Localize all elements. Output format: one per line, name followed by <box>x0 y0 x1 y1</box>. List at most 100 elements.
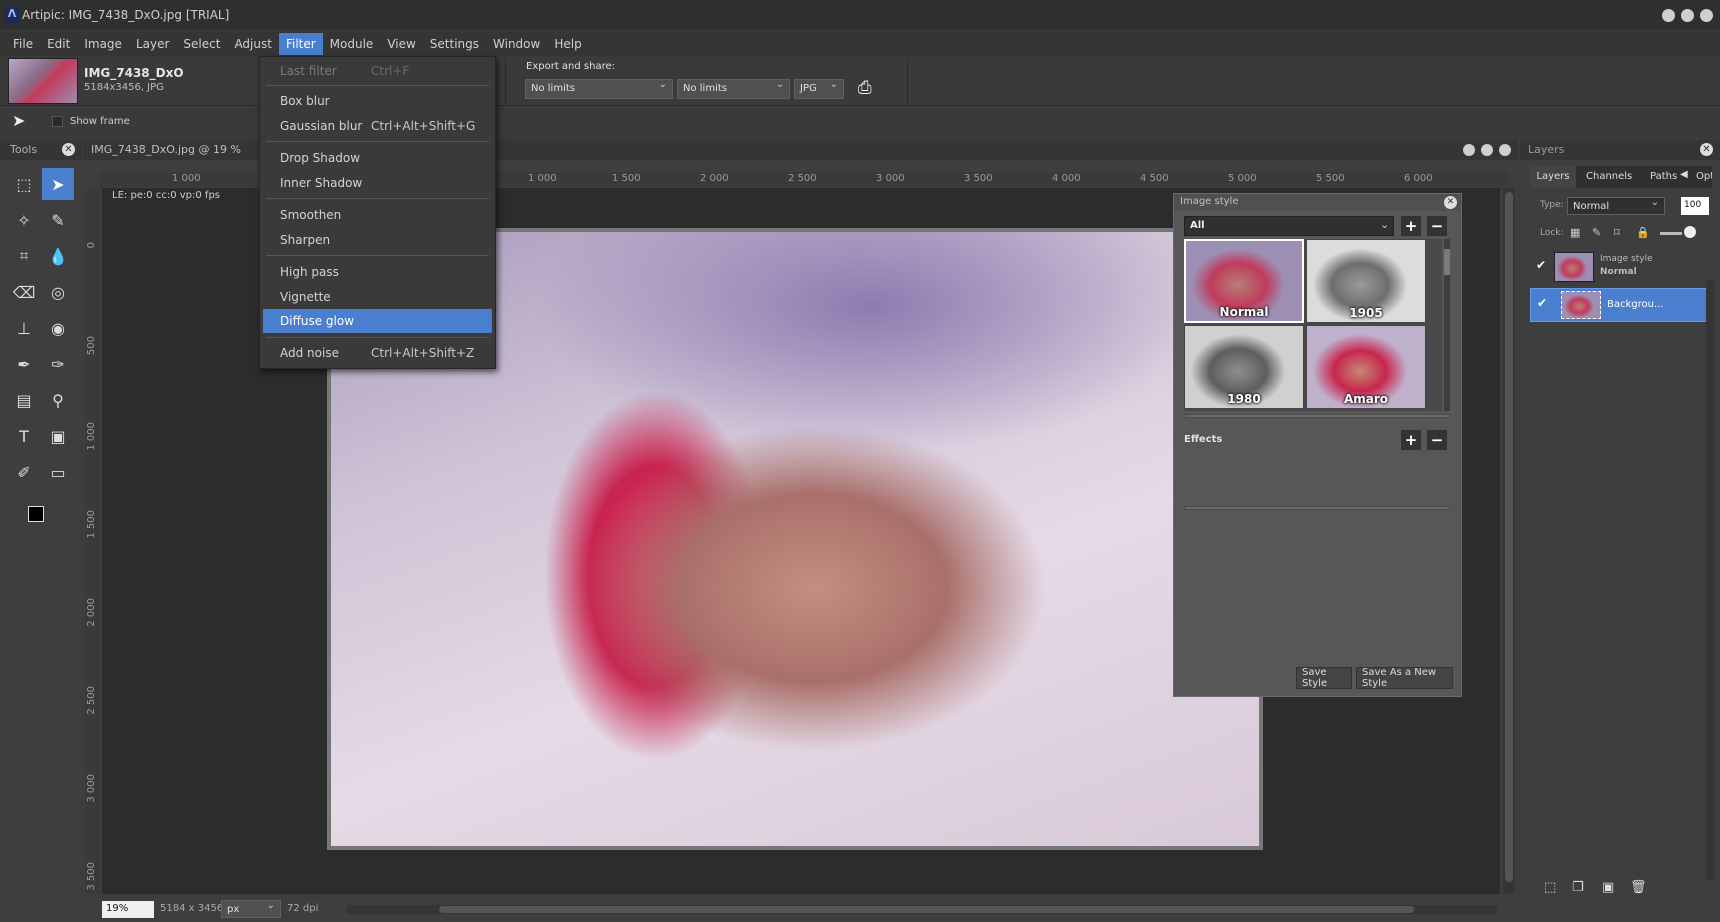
add-style-button[interactable]: + <box>1401 216 1421 236</box>
menu-view[interactable]: View <box>380 33 422 55</box>
lock-slider-handle[interactable] <box>1684 226 1696 238</box>
visibility-check-icon[interactable]: ✔ <box>1537 296 1547 310</box>
menu-item-diffuse-glow[interactable]: Diffuse glow <box>263 309 492 333</box>
zoom-input[interactable]: 19% <box>102 901 154 918</box>
menu-file[interactable]: File <box>6 33 40 55</box>
menu-edit[interactable]: Edit <box>40 33 77 55</box>
remove-style-button[interactable]: − <box>1427 216 1447 236</box>
file-thumbnail[interactable] <box>8 58 78 104</box>
eye-icon[interactable]: ◉ <box>42 312 74 344</box>
lock-transparency-icon[interactable]: ▦ <box>1570 226 1580 239</box>
magic-wand-icon[interactable]: ✧ <box>8 204 40 236</box>
style-thumb-1980[interactable]: 1980 <box>1184 325 1304 409</box>
close-window-icon[interactable] <box>1700 9 1713 22</box>
vertical-scroll-thumb[interactable] <box>1505 192 1513 882</box>
menu-item-inner-shadow[interactable]: Inner Shadow <box>263 171 492 195</box>
healing-icon[interactable]: ◎ <box>42 276 74 308</box>
doc-minimize-icon[interactable] <box>1463 144 1475 156</box>
tab-channels[interactable]: Channels <box>1586 171 1632 182</box>
menu-item-vignette[interactable]: Vignette <box>263 285 492 309</box>
document-tab-title[interactable]: IMG_7438_DxO.jpg @ 19 % <box>91 143 241 156</box>
menu-separator <box>266 141 489 142</box>
tab-options[interactable]: Opt <box>1696 171 1712 182</box>
menu-item-box-blur[interactable]: Box blur <box>263 89 492 113</box>
menu-help[interactable]: Help <box>547 33 588 55</box>
style-thumb-amaro[interactable]: Amaro <box>1306 325 1426 409</box>
menu-window[interactable]: Window <box>486 33 547 55</box>
zoom-icon[interactable]: ⚲ <box>42 384 74 416</box>
crop-icon[interactable]: ⌗ <box>8 240 40 272</box>
menu-filter[interactable]: Filter <box>278 32 323 55</box>
eraser-icon[interactable]: ⌫ <box>8 276 40 308</box>
menu-adjust[interactable]: Adjust <box>227 33 279 55</box>
tab-paths[interactable]: Paths <box>1650 171 1677 182</box>
horizontal-scrollbar[interactable] <box>347 905 1497 914</box>
horizontal-scroll-thumb[interactable] <box>439 906 1414 913</box>
new-selection-layer-icon[interactable]: ⬚ <box>1544 880 1556 895</box>
rect-select-tool-icon[interactable]: ⬚ <box>8 168 40 200</box>
delete-layer-icon[interactable]: 🗑 <box>1630 880 1647 895</box>
menu-image[interactable]: Image <box>77 33 129 55</box>
text-icon[interactable]: T <box>8 420 40 452</box>
menu-layer[interactable]: Layer <box>129 33 176 55</box>
close-icon[interactable]: ✕ <box>1444 196 1457 209</box>
blend-mode-dropdown[interactable]: Normal <box>1567 197 1665 215</box>
foreground-color-swatch[interactable] <box>28 506 44 522</box>
export-format-dropdown[interactable]: JPG <box>794 79 844 99</box>
tab-scroll-left-icon[interactable]: ◀ <box>1680 169 1688 180</box>
close-icon[interactable]: ✕ <box>1700 143 1713 156</box>
maximize-icon[interactable] <box>1681 9 1694 22</box>
gradient-icon[interactable]: ▣ <box>42 420 74 452</box>
style-thumb-normal[interactable]: Normal <box>1184 239 1304 323</box>
menu-item-high-pass[interactable]: High pass <box>263 260 492 284</box>
lock-paint-icon[interactable]: ✎ <box>1592 226 1601 239</box>
layers-scrollbar[interactable] <box>1706 280 1714 880</box>
lock-slider-track[interactable] <box>1660 232 1682 235</box>
style-thumbs-scrollbar[interactable] <box>1444 239 1450 411</box>
visibility-check-icon[interactable]: ✔ <box>1536 258 1546 272</box>
layer-row-selected[interactable]: ✔ Backgrou... <box>1530 288 1712 322</box>
layer-row[interactable]: ✔ Image style Normal <box>1530 250 1712 284</box>
brush-icon[interactable]: ✎ <box>42 204 74 236</box>
color-picker-icon[interactable]: ✑ <box>42 348 74 380</box>
unit-dropdown[interactable]: px <box>221 900 281 918</box>
stamp-icon[interactable]: ⊥ <box>8 312 40 344</box>
export-size-dropdown-2[interactable]: No limits <box>677 79 790 99</box>
shape-icon[interactable]: ▭ <box>42 456 74 488</box>
menu-item-last-filter[interactable]: Last filter Ctrl+F <box>263 59 492 83</box>
style-filter-dropdown[interactable]: All <box>1184 216 1394 236</box>
close-icon[interactable]: ✕ <box>62 143 75 156</box>
show-frame-checkbox[interactable] <box>52 116 63 127</box>
export-size-dropdown-1[interactable]: No limits <box>525 79 673 99</box>
style-thumb-1905[interactable]: 1905 <box>1306 239 1426 323</box>
status-bar: 19% 5184 x 3456 px 72 dpi <box>83 895 1518 922</box>
lock-move-icon[interactable]: ⌑ <box>1614 226 1620 239</box>
menu-settings[interactable]: Settings <box>423 33 486 55</box>
menu-item-sharpen[interactable]: Sharpen <box>263 228 492 252</box>
add-effect-button[interactable]: + <box>1401 430 1421 450</box>
lock-all-icon[interactable]: 🔒 <box>1636 226 1650 239</box>
save-new-style-button[interactable]: Save As a New Style <box>1356 667 1453 689</box>
doc-close-icon[interactable] <box>1499 144 1511 156</box>
menu-item-gaussian-blur[interactable]: Gaussian blur Ctrl+Alt+Shift+G <box>263 114 492 138</box>
move-tool-icon[interactable]: ➤ <box>42 168 74 200</box>
vertical-scrollbar[interactable] <box>1503 188 1515 894</box>
new-layer-icon[interactable]: ❐ <box>1572 880 1584 895</box>
eyedropper-icon[interactable]: ✒ <box>8 348 40 380</box>
menu-item-drop-shadow[interactable]: Drop Shadow <box>263 146 492 170</box>
fill-icon[interactable]: ▤ <box>8 384 40 416</box>
drop-icon[interactable]: 💧 <box>42 240 74 272</box>
opacity-input[interactable]: 100 <box>1681 197 1709 215</box>
share-icon[interactable]: ⎙ <box>858 78 888 100</box>
duplicate-layer-icon[interactable]: ▣ <box>1602 880 1614 895</box>
pen-icon[interactable]: ✐ <box>8 456 40 488</box>
remove-effect-button[interactable]: − <box>1427 430 1447 450</box>
tab-layers[interactable]: Layers <box>1530 166 1576 188</box>
doc-restore-icon[interactable] <box>1481 144 1493 156</box>
menu-item-add-noise[interactable]: Add noise Ctrl+Alt+Shift+Z <box>263 341 492 365</box>
menu-select[interactable]: Select <box>176 33 227 55</box>
minimize-icon[interactable] <box>1662 9 1675 22</box>
menu-module[interactable]: Module <box>323 33 381 55</box>
save-style-button[interactable]: Save Style <box>1296 667 1352 689</box>
menu-item-smoothen[interactable]: Smoothen <box>263 203 492 227</box>
